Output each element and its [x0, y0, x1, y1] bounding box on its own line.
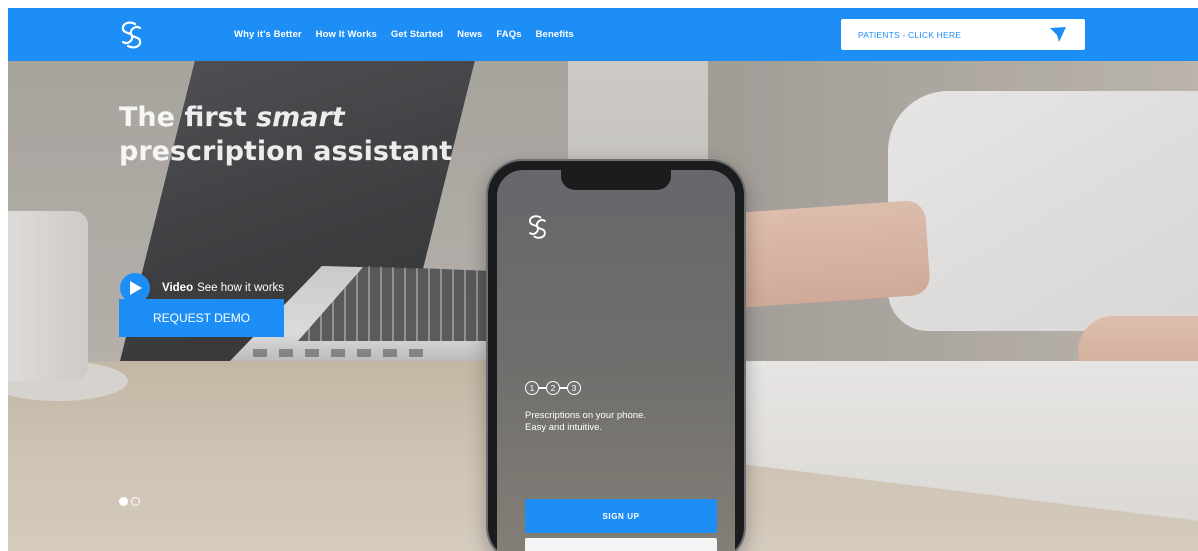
- carousel-dots: [119, 497, 140, 506]
- sign-up-button[interactable]: SIGN UP: [525, 499, 717, 533]
- step-connector: [539, 387, 546, 389]
- phone-logo-icon: [529, 215, 546, 239]
- carousel-dot-2[interactable]: [131, 497, 140, 506]
- headline-part-1: The first: [119, 102, 257, 133]
- headline-part-2: prescription assistant: [119, 136, 453, 167]
- phone-notch: [561, 170, 671, 190]
- hero-section: The first smart prescription assistant Vi…: [8, 61, 1198, 551]
- play-icon: [130, 281, 142, 295]
- phone-mockup: 1 2 3 Prescriptions on your phone. Easy …: [488, 161, 744, 551]
- video-label: Video: [162, 282, 194, 294]
- send-arrow-icon: [1050, 27, 1066, 42]
- main-nav: Why it's Better How It Works Get Started…: [234, 8, 574, 61]
- phone-text-line-2: Easy and intuitive.: [525, 422, 603, 433]
- carousel-dot-1[interactable]: [119, 497, 128, 506]
- hero-headline: The first smart prescription assistant: [119, 101, 452, 169]
- secondary-button[interactable]: [525, 538, 717, 551]
- nav-how-it-works[interactable]: How It Works: [316, 29, 377, 40]
- nav-faqs[interactable]: FAQs: [496, 29, 521, 40]
- step-connector: [560, 387, 567, 389]
- headline-emphasis: smart: [256, 102, 345, 133]
- landing-page: Why it's Better How It Works Get Started…: [0, 0, 1198, 551]
- phone-description: Prescriptions on your phone. Easy and in…: [525, 410, 646, 434]
- step-indicator: 1 2 3: [525, 381, 581, 395]
- phone-screen: 1 2 3 Prescriptions on your phone. Easy …: [497, 170, 735, 551]
- nav-news[interactable]: News: [457, 29, 482, 40]
- nav-benefits[interactable]: Benefits: [536, 29, 574, 40]
- step-1: 1: [525, 381, 539, 395]
- nav-why-its-better[interactable]: Why it's Better: [234, 29, 302, 40]
- patients-cta-label: PATIENTS - CLICK HERE: [858, 29, 962, 40]
- patients-cta-button[interactable]: PATIENTS - CLICK HERE: [841, 19, 1085, 50]
- brand-logo-icon[interactable]: [116, 20, 146, 50]
- phone-text-line-1: Prescriptions on your phone.: [525, 410, 646, 421]
- video-subtitle: See how it works: [197, 282, 285, 294]
- nav-get-started[interactable]: Get Started: [391, 29, 443, 40]
- step-3: 3: [567, 381, 581, 395]
- request-demo-button[interactable]: REQUEST DEMO: [119, 299, 284, 337]
- top-nav-bar: Why it's Better How It Works Get Started…: [8, 8, 1198, 61]
- step-2: 2: [546, 381, 560, 395]
